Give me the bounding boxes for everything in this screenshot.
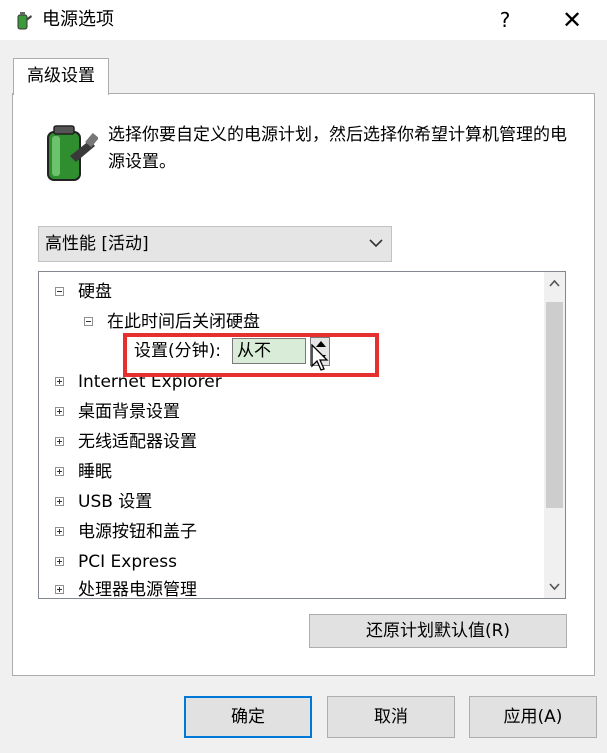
- description-text: 选择你要自定义的电源计划，然后选择你希望计算机管理的电源设置。: [108, 125, 567, 172]
- expand-icon[interactable]: [55, 497, 64, 506]
- battery-plug-icon: [47, 125, 98, 181]
- power-options-dialog: 电源选项 ? ✕ 高级设置 选择你要自定义的电源计划，然后选择你希望计算机管理的…: [0, 0, 607, 753]
- expand-icon[interactable]: [55, 557, 64, 566]
- highlight-box: [123, 333, 379, 377]
- title-bar: 电源选项 ? ✕: [0, 0, 607, 40]
- tree-item-hard-disk[interactable]: 硬盘: [39, 277, 539, 307]
- expand-icon[interactable]: [55, 437, 64, 446]
- scroll-up-icon[interactable]: [544, 274, 565, 294]
- expand-icon[interactable]: [55, 407, 64, 416]
- power-plan-dropdown[interactable]: 高性能 [活动]: [38, 226, 392, 262]
- chevron-down-icon: [369, 239, 383, 248]
- tree-item-label: 硬盘: [78, 282, 112, 302]
- close-button[interactable]: ✕: [549, 0, 595, 40]
- tree-item-wireless-adapter[interactable]: 无线适配器设置: [39, 427, 539, 457]
- settings-tree[interactable]: 硬盘 在此时间后关闭硬盘 设置(分钟): 从不 Internet Explore…: [38, 271, 566, 599]
- tree-item-label: PCI Express: [78, 552, 177, 572]
- tree-item-label: 电源按钮和盖子: [78, 522, 197, 542]
- expand-icon[interactable]: [55, 467, 64, 476]
- scroll-down-icon[interactable]: [544, 576, 565, 596]
- tree-item-usb-settings[interactable]: USB 设置: [39, 487, 539, 517]
- tree-item-label: 睡眠: [78, 462, 112, 482]
- tree-item-label: USB 设置: [78, 492, 153, 512]
- expand-icon[interactable]: [55, 585, 64, 594]
- tree-item-label: 桌面背景设置: [78, 402, 180, 422]
- help-button[interactable]: ?: [482, 0, 528, 40]
- scroll-thumb[interactable]: [546, 302, 563, 508]
- tree-item-desktop-background[interactable]: 桌面背景设置: [39, 397, 539, 427]
- tree-item-sleep[interactable]: 睡眠: [39, 457, 539, 487]
- tree-item-pci-express[interactable]: PCI Express: [39, 547, 539, 577]
- power-battery-icon: [17, 12, 32, 30]
- window-title: 电源选项: [42, 9, 114, 30]
- expand-icon[interactable]: [55, 377, 64, 386]
- vertical-scrollbar[interactable]: [544, 272, 565, 598]
- mouse-cursor-icon: [311, 344, 329, 371]
- tab-advanced-settings[interactable]: 高级设置: [13, 58, 109, 95]
- restore-defaults-button[interactable]: 还原计划默认值(R): [309, 614, 567, 648]
- tree-item-power-buttons-lid[interactable]: 电源按钮和盖子: [39, 517, 539, 547]
- apply-button[interactable]: 应用(A): [469, 696, 597, 738]
- ok-button[interactable]: 确定: [184, 696, 312, 738]
- tree-item-processor-power[interactable]: 处理器电源管理: [39, 575, 539, 599]
- collapse-icon[interactable]: [84, 317, 93, 326]
- tree-item-label: 无线适配器设置: [78, 432, 197, 452]
- collapse-icon[interactable]: [55, 287, 64, 296]
- cancel-button[interactable]: 取消: [327, 696, 455, 738]
- tree-item-label: 处理器电源管理: [78, 580, 197, 599]
- power-plan-value: 高性能 [活动]: [45, 234, 149, 254]
- expand-icon[interactable]: [55, 527, 64, 536]
